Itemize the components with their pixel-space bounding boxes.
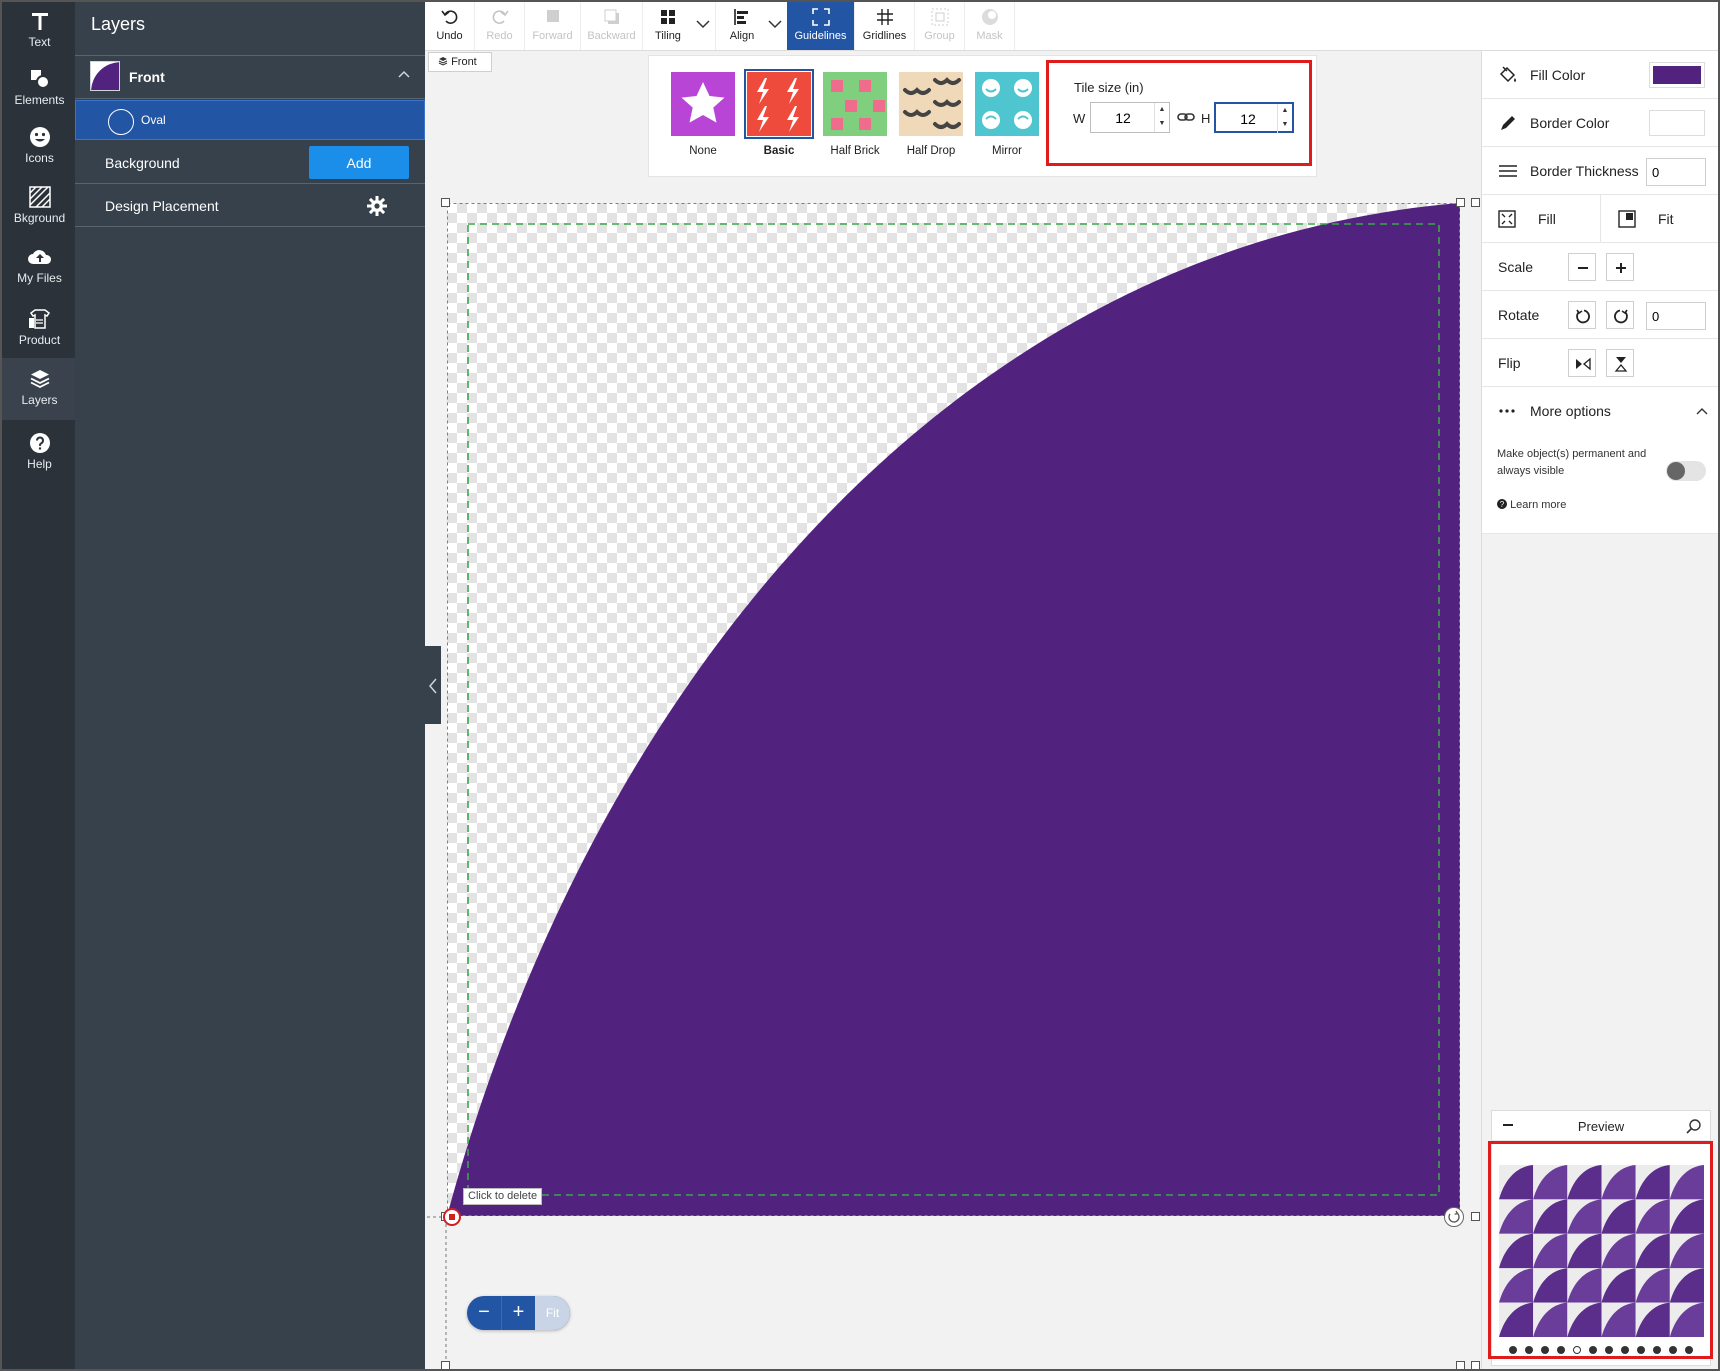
svg-text:?: ? <box>1500 500 1505 509</box>
flip-vertical-button[interactable] <box>1606 349 1634 377</box>
resize-handle-far-bottom-right[interactable] <box>1456 1361 1465 1370</box>
scale-down-button[interactable] <box>1568 253 1596 281</box>
zoom-fit-button[interactable]: Fit <box>535 1296 570 1330</box>
preview-page-dot[interactable] <box>1509 1346 1517 1354</box>
fit-icon <box>1618 210 1636 228</box>
preview-highlight-box <box>1488 1141 1713 1359</box>
zoom-out-button[interactable]: − <box>467 1296 501 1330</box>
rotate-left-button[interactable] <box>1568 301 1596 329</box>
preview-page-dot[interactable] <box>1637 1346 1645 1354</box>
delete-icon[interactable] <box>443 1208 461 1226</box>
resize-handle-top-right-outer[interactable] <box>1471 198 1480 207</box>
more-dots-icon <box>1499 409 1515 413</box>
properties-panel: Fill Color Border Color Border Thickness… <box>1481 51 1720 534</box>
preview-page-dot[interactable] <box>1653 1346 1661 1354</box>
fill-label: Fill <box>1538 211 1556 227</box>
plus-icon <box>1616 263 1626 273</box>
preview-page-dot[interactable] <box>1589 1346 1597 1354</box>
border-thickness-label: Border Thickness <box>1530 163 1639 179</box>
preview-page-dot[interactable] <box>1525 1346 1533 1354</box>
paint-bucket-icon <box>1499 66 1516 83</box>
fit-button[interactable]: Fit <box>1602 195 1720 243</box>
rotate-left-icon <box>1576 309 1590 324</box>
preview-title: Preview <box>1577 1119 1625 1134</box>
click-to-delete-tooltip: Click to delete <box>463 1188 543 1205</box>
zoom-controls: − + Fit <box>467 1296 570 1330</box>
fill-fit-row: Fill Fit <box>1482 195 1720 243</box>
preview-page-dot[interactable] <box>1573 1346 1581 1354</box>
resize-handle-far-bottom-right-outer[interactable] <box>1471 1361 1480 1370</box>
scale-up-button[interactable] <box>1606 253 1634 281</box>
resize-handle-bottom-right[interactable] <box>1471 1212 1480 1221</box>
permanent-toggle[interactable] <box>1666 461 1706 481</box>
border-thickness-input[interactable] <box>1646 158 1706 186</box>
fill-color-swatch[interactable] <box>1649 62 1705 88</box>
preview-page-dot[interactable] <box>1685 1346 1693 1354</box>
rotate-label: Rotate <box>1498 307 1540 323</box>
preview-page-dot[interactable] <box>1669 1346 1677 1354</box>
preview-page-dot[interactable] <box>1541 1346 1549 1354</box>
preview-pagination <box>1509 1346 1699 1356</box>
resize-handle-top-right[interactable] <box>1456 198 1465 207</box>
border-color-row[interactable]: Border Color <box>1482 99 1720 147</box>
preview-pattern[interactable] <box>1499 1165 1704 1337</box>
rotate-right-icon <box>1614 309 1628 324</box>
line-thickness-icon <box>1499 165 1517 177</box>
fit-label: Fit <box>1658 211 1674 227</box>
preview-page-dot[interactable] <box>1621 1346 1629 1354</box>
preview-header: Preview <box>1492 1111 1710 1141</box>
more-options-label: More options <box>1530 403 1611 419</box>
zoom-search-icon[interactable] <box>1686 1118 1702 1134</box>
flip-label: Flip <box>1498 355 1521 371</box>
fill-color-row[interactable]: Fill Color <box>1482 51 1720 99</box>
scale-label: Scale <box>1498 259 1534 275</box>
flip-horizontal-button[interactable] <box>1568 349 1596 377</box>
rotate-row: Rotate <box>1482 291 1720 339</box>
expand-fill-icon <box>1498 210 1516 228</box>
flip-horizontal-icon <box>1576 357 1591 371</box>
flip-vertical-icon <box>1614 357 1628 372</box>
preview-page-dot[interactable] <box>1557 1346 1565 1354</box>
rotate-input[interactable] <box>1646 302 1706 330</box>
resize-handle-top-left[interactable] <box>441 198 450 207</box>
border-color-swatch[interactable] <box>1649 110 1705 136</box>
help-small-icon: ? <box>1497 499 1507 509</box>
scale-row: Scale <box>1482 243 1720 291</box>
border-color-label: Border Color <box>1530 115 1610 131</box>
permanent-label: Make object(s) permanent and always visi… <box>1497 448 1647 477</box>
more-options-row[interactable]: More options <box>1482 387 1720 435</box>
rotate-right-button[interactable] <box>1606 301 1634 329</box>
learn-more-label: Learn more <box>1510 499 1567 511</box>
rotate-handle-icon[interactable] <box>1444 1207 1464 1227</box>
pen-icon <box>1501 116 1515 130</box>
learn-more-link[interactable]: ? Learn more <box>1497 499 1566 511</box>
resize-handle-far-bottom-left[interactable] <box>441 1361 450 1370</box>
flip-row: Flip <box>1482 339 1720 387</box>
border-thickness-row: Border Thickness <box>1482 147 1720 195</box>
chevron-up-icon <box>1696 408 1708 415</box>
preview-page-dot[interactable] <box>1605 1346 1613 1354</box>
minus-icon <box>1578 267 1588 269</box>
fill-color-label: Fill Color <box>1530 67 1586 83</box>
zoom-in-button[interactable]: + <box>501 1296 535 1330</box>
fill-button[interactable]: Fill <box>1482 195 1601 243</box>
